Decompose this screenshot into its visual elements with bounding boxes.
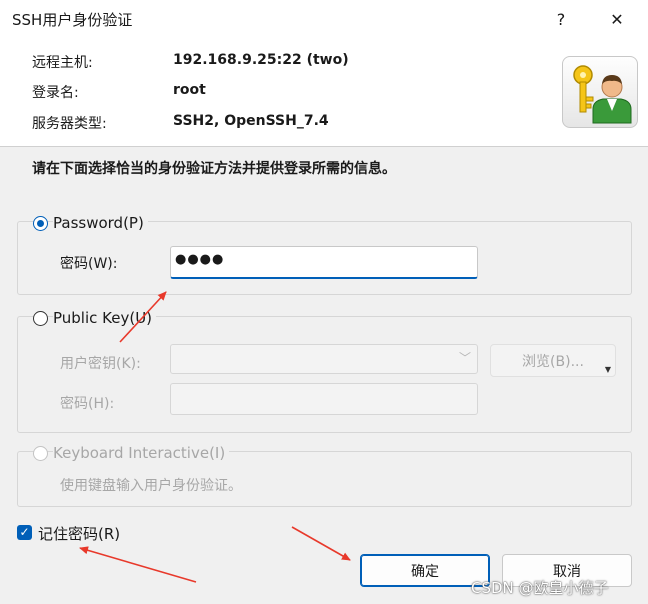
watermark-text: CSDN @欧皇小德子 xyxy=(471,579,609,597)
arrow-to-remember xyxy=(79,546,197,583)
arrow-to-password xyxy=(119,291,167,343)
arrow-to-ok xyxy=(291,526,351,561)
annotation-arrows xyxy=(79,291,351,583)
